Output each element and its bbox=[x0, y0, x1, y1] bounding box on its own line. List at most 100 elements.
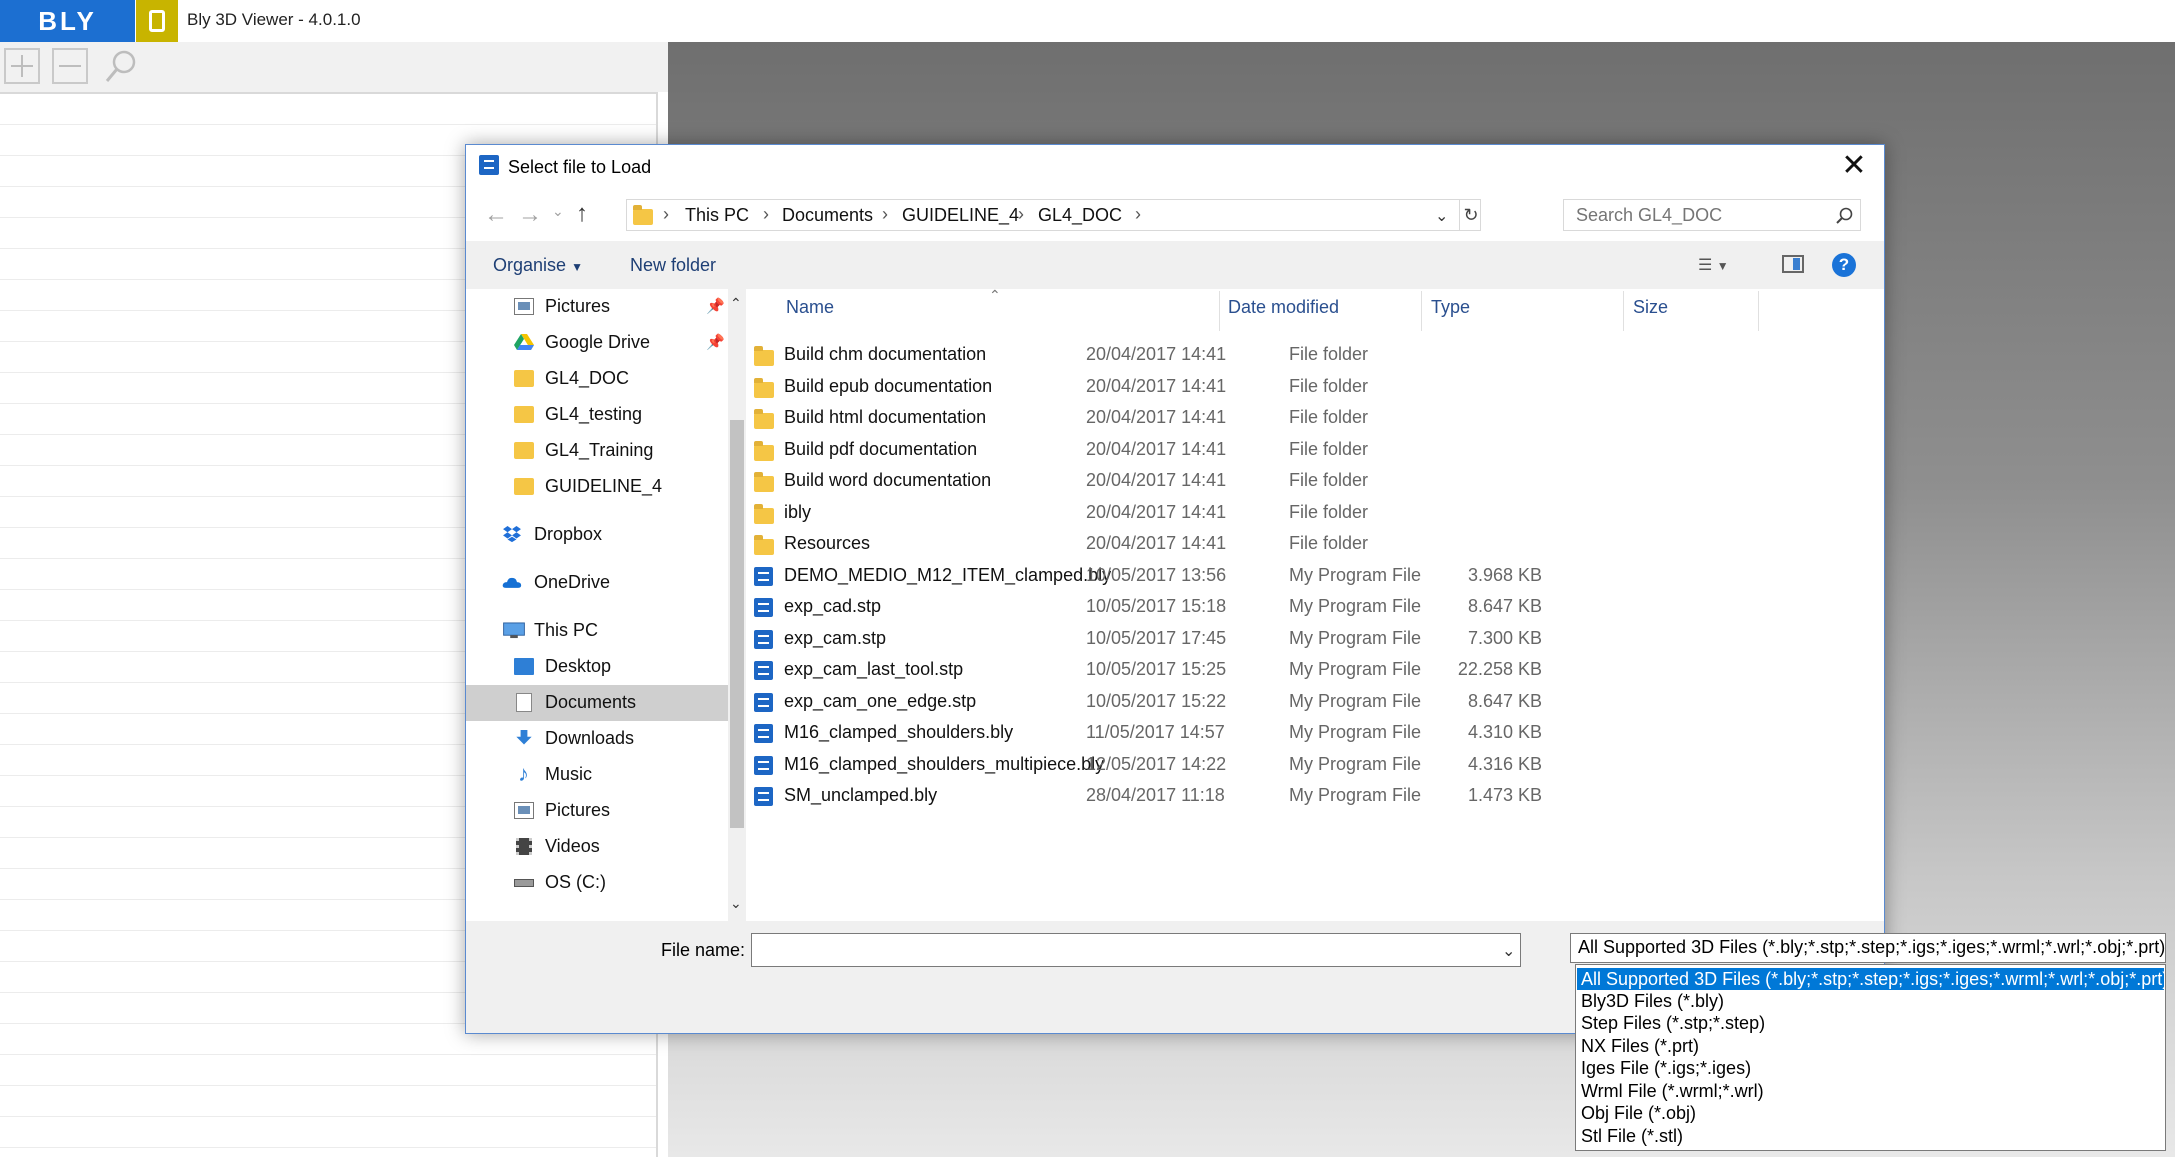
file-row[interactable]: Build chm documentation 20/04/2017 14:41 F… bbox=[754, 339, 1874, 370]
nav-item-pictures[interactable]: Pictures bbox=[466, 793, 728, 829]
nav-item-gl4-testing[interactable]: GL4_testing bbox=[466, 397, 728, 433]
file-date: 20/04/2017 14:41 bbox=[1086, 375, 1227, 396]
pin-icon: 📌 bbox=[706, 298, 725, 315]
breadcrumb-guideline-4[interactable]: GUIDELINE_4 bbox=[902, 205, 1019, 226]
dialog-title: Select file to Load bbox=[508, 157, 652, 177]
folder-icon bbox=[754, 440, 774, 461]
file-type-option[interactable]: Bly3D Files (*.bly) bbox=[1577, 990, 2164, 1012]
file-size: 8.647 KB bbox=[1467, 596, 1542, 616]
file-name: Build epub documentation bbox=[784, 375, 993, 396]
nav-item-pictures-pinned[interactable]: Pictures 📌 bbox=[466, 289, 728, 325]
zoom-in-icon[interactable] bbox=[4, 48, 40, 84]
column-divider[interactable] bbox=[1758, 291, 1759, 331]
nav-item-downloads[interactable]: Downloads bbox=[466, 721, 728, 757]
file-row[interactable]: SM_unclamped.bly 28/04/2017 11:18 My Progr… bbox=[754, 780, 1874, 811]
file-row[interactable]: Resources 20/04/2017 14:41 File folder bbox=[754, 528, 1874, 559]
chevron-down-icon[interactable]: ⌄ bbox=[1502, 941, 1515, 961]
column-divider[interactable] bbox=[1421, 291, 1422, 331]
file-type: File folder bbox=[1289, 470, 1369, 490]
breadcrumb-documents[interactable]: Documents bbox=[782, 205, 873, 226]
app-mode-icon[interactable] bbox=[136, 0, 178, 42]
nav-item-videos[interactable]: Videos bbox=[466, 829, 728, 865]
file-row[interactable]: M16_clamped_shoulders.bly 11/05/2017 14:5… bbox=[754, 717, 1874, 748]
search-icon[interactable] bbox=[102, 48, 140, 86]
file-row[interactable]: M16_clamped_shoulders_multipiece.bly 12/0… bbox=[754, 749, 1874, 780]
column-header-date-modified[interactable]: Date modified bbox=[1228, 297, 1339, 337]
file-row[interactable]: exp_cam_one_edge.stp 10/05/2017 15:22 My P… bbox=[754, 686, 1874, 717]
computer-icon bbox=[503, 622, 525, 639]
nav-item-gl4-training[interactable]: GL4_Training bbox=[466, 433, 728, 469]
file-row[interactable]: Build pdf documentation 20/04/2017 14:41 F… bbox=[754, 434, 1874, 465]
search-box[interactable] bbox=[1563, 199, 1861, 231]
google-drive-icon bbox=[514, 334, 534, 350]
address-bar[interactable]: › This PC › Documents › GUIDELINE_4 › GL… bbox=[626, 199, 1481, 231]
close-button[interactable]: ✕ bbox=[1836, 151, 1872, 183]
file-name: exp_cad.stp bbox=[784, 596, 882, 616]
file-type: File folder bbox=[1289, 375, 1369, 396]
scroll-up-icon[interactable]: ⌃ bbox=[730, 295, 742, 312]
nav-item-documents[interactable]: Documents bbox=[466, 685, 728, 721]
breadcrumb-separator: › bbox=[663, 204, 669, 224]
file-row[interactable]: Build html documentation 20/04/2017 14:41… bbox=[754, 402, 1874, 433]
file-row[interactable]: exp_cam_last_tool.stp 10/05/2017 15:25 My … bbox=[754, 654, 1874, 685]
scrollbar-thumb[interactable] bbox=[730, 420, 744, 828]
file-row[interactable]: exp_cam.stp 10/05/2017 17:45 My Program Fi… bbox=[754, 623, 1874, 654]
back-arrow-icon[interactable]: ← bbox=[484, 201, 508, 229]
file-name: ibly bbox=[784, 501, 812, 522]
breadcrumb-this-pc[interactable]: This PC bbox=[685, 205, 749, 226]
scroll-down-icon[interactable]: ⌄ bbox=[730, 895, 742, 912]
search-input[interactable] bbox=[1574, 200, 1828, 230]
nav-item-dropbox[interactable]: Dropbox bbox=[466, 517, 728, 553]
program-file-icon bbox=[754, 566, 773, 586]
nav-item-this-pc[interactable]: This PC bbox=[466, 613, 728, 649]
file-type-option[interactable]: All Supported 3D Files (*.bly;*.stp;*.st… bbox=[1577, 968, 2164, 990]
column-divider[interactable] bbox=[1623, 291, 1624, 331]
file-type: My Program File bbox=[1289, 753, 1422, 774]
file-row[interactable]: Build epub documentation 20/04/2017 14:41… bbox=[754, 371, 1874, 402]
file-type-option[interactable]: Wrml File (*.wrml;*.wrl) bbox=[1577, 1080, 2164, 1102]
up-arrow-icon[interactable]: ↑ bbox=[576, 200, 588, 228]
refresh-icon[interactable]: ↻ bbox=[1459, 200, 1482, 230]
file-name: Build pdf documentation bbox=[784, 438, 978, 459]
file-open-dialog: Select file to Load ✕ ← → ⌄ ↑ › This PC … bbox=[465, 144, 1885, 1034]
view-options-icon[interactable]: ☰ ▼ bbox=[1698, 255, 1729, 275]
file-row[interactable]: exp_cad.stp 10/05/2017 15:18 My Program Fi… bbox=[754, 591, 1874, 622]
recent-locations-chevron-icon[interactable]: ⌄ bbox=[552, 203, 564, 220]
file-type: My Program File bbox=[1289, 659, 1422, 679]
nav-item-desktop[interactable]: Desktop bbox=[466, 649, 728, 685]
column-header-size[interactable]: Size bbox=[1633, 297, 1668, 337]
new-folder-button[interactable]: New folder bbox=[630, 255, 716, 276]
file-row[interactable]: Build word documentation 20/04/2017 14:41… bbox=[754, 465, 1874, 496]
file-type-option[interactable]: Stl File (*.stl) bbox=[1577, 1125, 2164, 1147]
file-type-select[interactable]: All Supported 3D Files (*.bly;*.stp;*.st… bbox=[1570, 933, 2166, 963]
file-date: 10/05/2017 17:45 bbox=[1086, 627, 1227, 648]
dialog-titlebar[interactable] bbox=[466, 145, 1884, 189]
organise-button[interactable]: Organise ▼ bbox=[493, 255, 583, 276]
nav-item-music[interactable]: ♪ Music bbox=[466, 757, 728, 793]
file-type-option[interactable]: NX Files (*.prt) bbox=[1577, 1035, 2164, 1057]
zoom-out-icon[interactable] bbox=[52, 48, 88, 84]
nav-item-label: OneDrive bbox=[534, 572, 611, 592]
column-header-name[interactable]: Name bbox=[786, 297, 834, 337]
file-name-input[interactable] bbox=[756, 934, 1490, 966]
address-history-chevron-icon[interactable]: ⌄ bbox=[1435, 206, 1448, 226]
file-type-option[interactable]: Obj File (*.obj) bbox=[1577, 1102, 2164, 1124]
column-header-type[interactable]: Type bbox=[1431, 297, 1470, 337]
file-type-option[interactable]: Step Files (*.stp;*.step) bbox=[1577, 1012, 2164, 1034]
nav-item-google-drive[interactable]: Google Drive 📌 bbox=[466, 325, 728, 361]
forward-arrow-icon[interactable]: → bbox=[518, 201, 542, 229]
preview-pane-icon[interactable] bbox=[1782, 255, 1804, 273]
help-icon[interactable]: ? bbox=[1832, 253, 1856, 277]
file-name-combobox[interactable] bbox=[751, 933, 1521, 967]
nav-item-guideline-4[interactable]: GUIDELINE_4 bbox=[466, 469, 728, 505]
file-date: 20/04/2017 14:41 bbox=[1086, 533, 1227, 553]
breadcrumb-gl4-doc[interactable]: GL4_DOC bbox=[1038, 205, 1122, 226]
file-type-option[interactable]: Iges File (*.igs;*.iges) bbox=[1577, 1057, 2164, 1079]
nav-item-onedrive[interactable]: OneDrive bbox=[466, 565, 728, 601]
file-row[interactable]: ibly 20/04/2017 14:41 File folder bbox=[754, 497, 1874, 528]
nav-item-os-c[interactable]: OS (C:) bbox=[466, 865, 728, 901]
file-name: Build word documentation bbox=[784, 470, 992, 490]
nav-item-gl4-doc[interactable]: GL4_DOC bbox=[466, 361, 728, 397]
file-row[interactable]: DEMO_MEDIO_M12_ITEM_clamped.bly 10/05/201… bbox=[754, 560, 1874, 591]
column-divider[interactable] bbox=[1219, 291, 1220, 331]
